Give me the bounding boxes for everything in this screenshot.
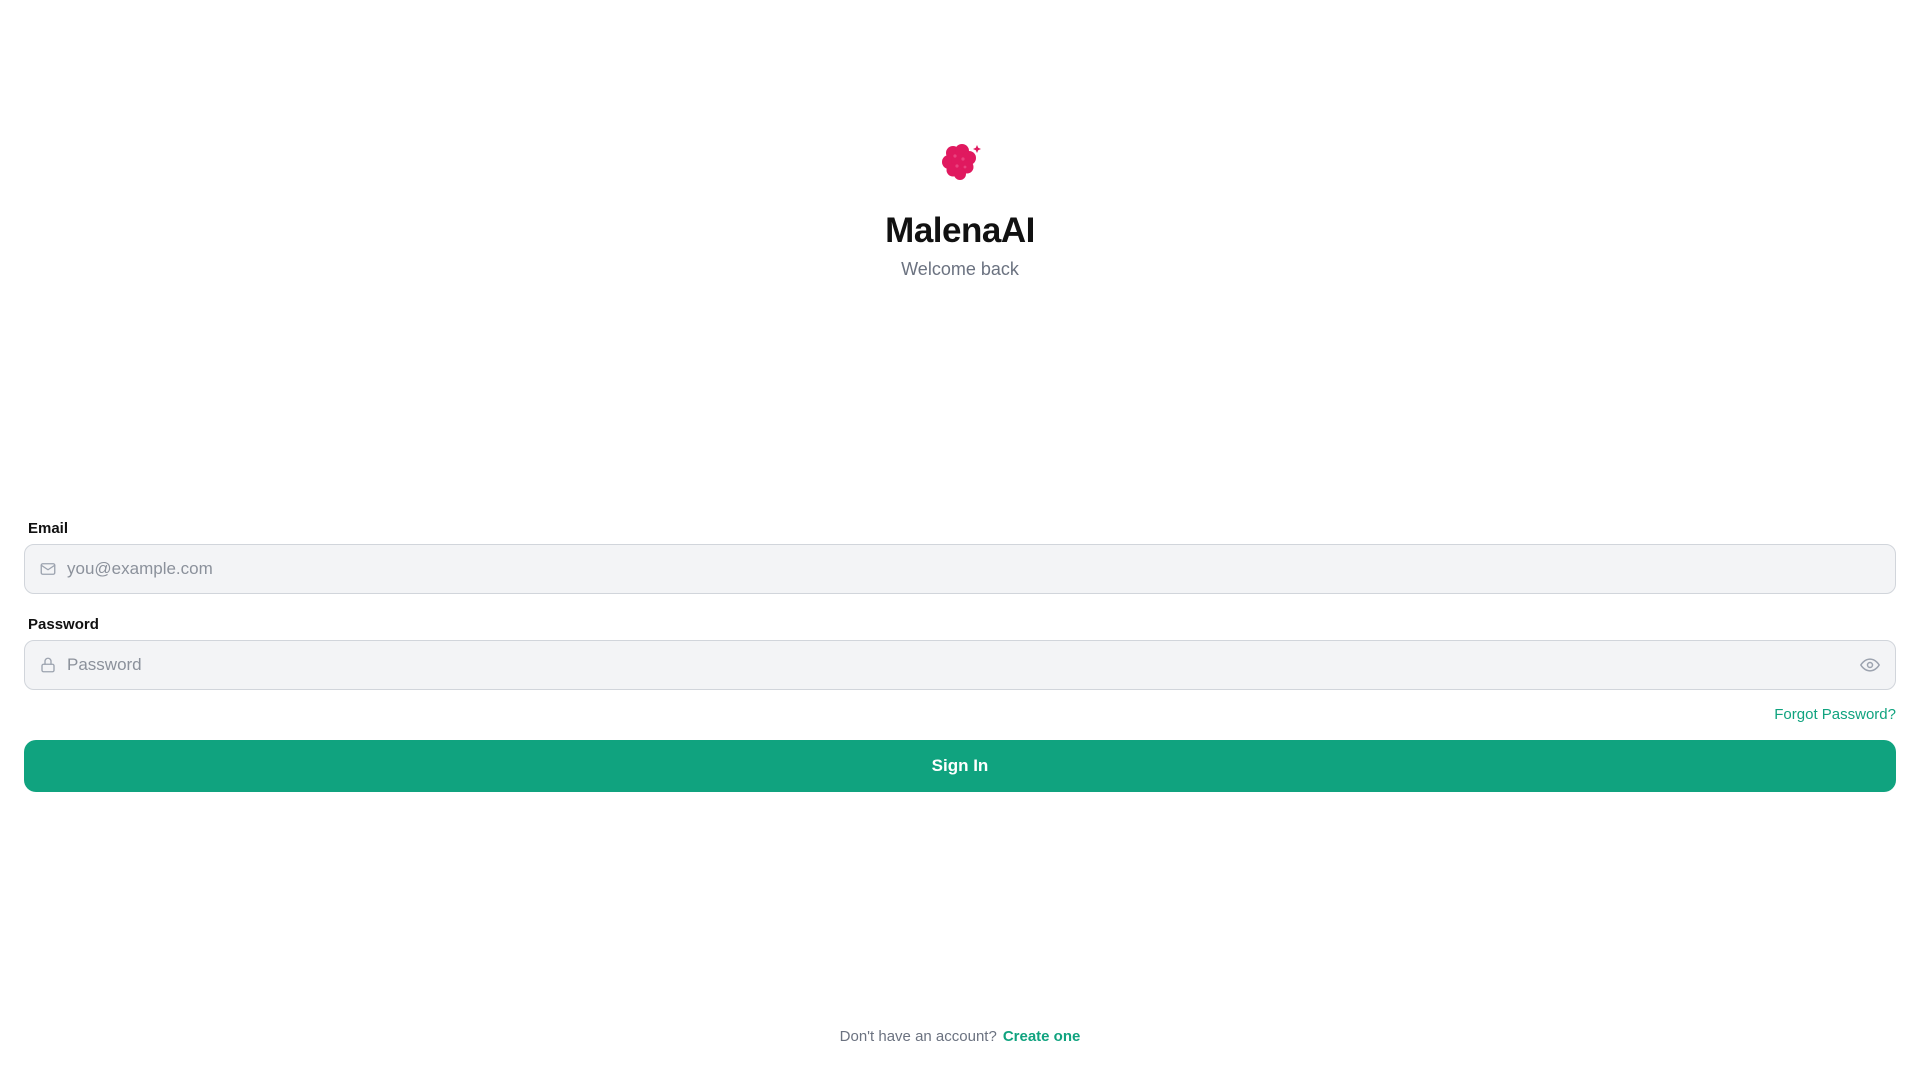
welcome-subtitle: Welcome back: [901, 258, 1019, 279]
app-title: MalenaAI: [885, 211, 1035, 250]
eye-icon[interactable]: [1859, 654, 1881, 676]
mail-icon: [39, 560, 57, 578]
password-label: Password: [28, 616, 99, 633]
lock-icon: [39, 656, 57, 674]
raspberry-icon: [942, 144, 981, 180]
forgot-password-link[interactable]: Forgot Password?: [1774, 706, 1896, 726]
login-page: MalenaAI Welcome back Email Password: [0, 0, 1920, 1080]
password-field-wrapper: [24, 640, 1896, 690]
signup-prompt-text: Don't have an account?: [839, 1028, 997, 1045]
signup-prompt: Don't have an account? Create one: [0, 1028, 1920, 1045]
create-account-link[interactable]: Create one: [1003, 1028, 1081, 1045]
email-field-wrapper: [24, 544, 1896, 594]
forgot-password-row: Forgot Password?: [24, 706, 1896, 726]
email-label: Email: [28, 520, 69, 537]
email-input[interactable]: [25, 545, 1895, 593]
sign-in-button[interactable]: Sign In: [24, 740, 1896, 792]
password-input[interactable]: [25, 641, 1895, 689]
login-form: Email Password: [24, 520, 1896, 792]
brand-header: MalenaAI Welcome back: [0, 136, 1920, 280]
